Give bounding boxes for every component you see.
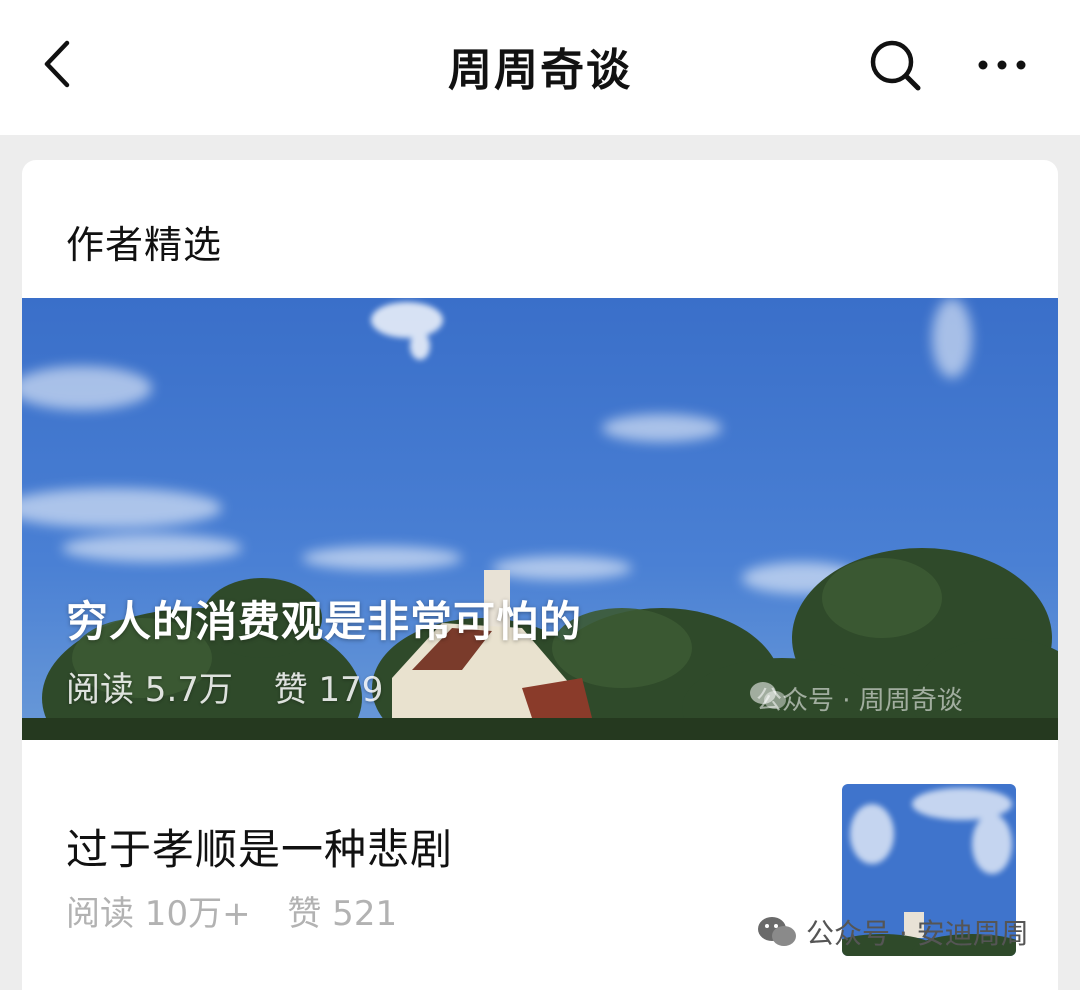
chevron-left-icon bbox=[44, 40, 70, 88]
featured-like-count: 赞 179 bbox=[273, 670, 384, 710]
article-like-count: 赞 521 bbox=[287, 894, 398, 934]
featured-article[interactable]: 穷人的消费观是非常可怕的 阅读 5.7万 赞 179 公众号 · 周周奇谈 bbox=[22, 298, 1058, 740]
article-title: 过于孝顺是一种悲剧 bbox=[66, 825, 454, 874]
search-icon bbox=[870, 40, 921, 91]
article-read-count: 阅读 10万+ bbox=[66, 894, 251, 934]
footer-watermark-text: 公众号 · 安迪周周 bbox=[806, 917, 1029, 950]
featured-stats: 阅读 5.7万 赞 179 bbox=[66, 662, 383, 711]
author-picks-card: 作者精选 穷人的消费观是非常可怕的 阅读 5.7万 赞 179 公众号 · 周周… bbox=[22, 160, 1058, 990]
featured-watermark: 公众号 · 周周奇谈 bbox=[748, 680, 963, 717]
featured-title: 穷人的消费观是非常可怕的 bbox=[66, 597, 583, 646]
top-navigation-bar: 周周奇谈 bbox=[0, 0, 1080, 135]
search-button[interactable] bbox=[864, 36, 926, 94]
article-stats: 阅读 10万+ 赞 521 bbox=[66, 886, 397, 935]
wechat-icon bbox=[756, 915, 798, 949]
back-button[interactable] bbox=[30, 36, 86, 92]
footer-watermark: 公众号 · 安迪周周 bbox=[756, 912, 1029, 952]
more-button[interactable] bbox=[970, 40, 1034, 90]
section-title: 作者精选 bbox=[66, 223, 223, 267]
featured-read-count: 阅读 5.7万 bbox=[66, 670, 233, 710]
more-horizontal-icon bbox=[978, 60, 1026, 70]
